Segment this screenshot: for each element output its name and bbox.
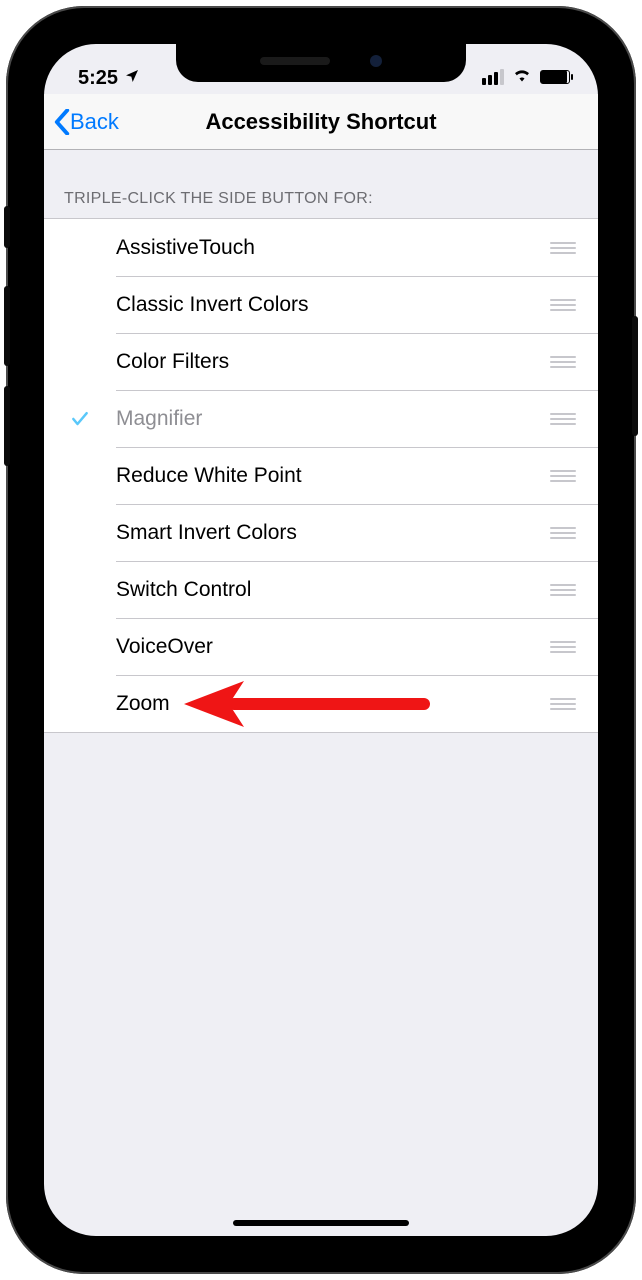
cellular-signal-icon bbox=[482, 69, 504, 85]
device-bezel: 5:25 Back Ac bbox=[16, 16, 626, 1264]
row-label: Smart Invert Colors bbox=[116, 521, 550, 545]
shortcut-row-color-filters[interactable]: Color Filters bbox=[44, 333, 598, 390]
row-label: Magnifier bbox=[116, 407, 550, 431]
row-label: VoiceOver bbox=[116, 635, 550, 659]
shortcut-list: AssistiveTouch Classic Invert Colors Color… bbox=[44, 218, 598, 733]
notch bbox=[176, 44, 466, 82]
shortcut-row-assistivetouch[interactable]: AssistiveTouch bbox=[44, 219, 598, 276]
shortcut-row-smart-invert-colors[interactable]: Smart Invert Colors bbox=[44, 504, 598, 561]
shortcut-row-magnifier[interactable]: Magnifier bbox=[44, 390, 598, 447]
back-label: Back bbox=[70, 109, 119, 135]
shortcut-row-reduce-white-point[interactable]: Reduce White Point bbox=[44, 447, 598, 504]
shortcut-row-voiceover[interactable]: VoiceOver bbox=[44, 618, 598, 675]
device-frame: 5:25 Back Ac bbox=[6, 6, 636, 1274]
reorder-handle-icon[interactable] bbox=[550, 470, 582, 482]
row-label: Zoom bbox=[116, 692, 550, 716]
reorder-handle-icon[interactable] bbox=[550, 356, 582, 368]
chevron-left-icon bbox=[54, 109, 70, 135]
status-time: 5:25 bbox=[78, 67, 118, 90]
reorder-handle-icon[interactable] bbox=[550, 527, 582, 539]
status-bar-left: 5:25 bbox=[78, 67, 140, 94]
battery-icon bbox=[540, 70, 570, 84]
page-title: Accessibility Shortcut bbox=[44, 109, 598, 135]
shortcut-row-switch-control[interactable]: Switch Control bbox=[44, 561, 598, 618]
home-indicator[interactable] bbox=[233, 1220, 409, 1226]
row-label: Reduce White Point bbox=[116, 464, 550, 488]
side-button bbox=[632, 316, 638, 436]
reorder-handle-icon[interactable] bbox=[550, 242, 582, 254]
reorder-handle-icon[interactable] bbox=[550, 698, 582, 710]
row-label: Color Filters bbox=[116, 350, 550, 374]
reorder-handle-icon[interactable] bbox=[550, 641, 582, 653]
row-label: Classic Invert Colors bbox=[116, 293, 550, 317]
checkmark-icon bbox=[70, 409, 90, 429]
check-slot bbox=[44, 409, 116, 429]
back-button[interactable]: Back bbox=[54, 109, 119, 135]
navigation-bar: Back Accessibility Shortcut bbox=[44, 94, 598, 150]
mute-switch bbox=[4, 206, 10, 248]
wifi-icon bbox=[512, 65, 532, 88]
row-label: AssistiveTouch bbox=[116, 236, 550, 260]
volume-up-button bbox=[4, 286, 10, 366]
section-header: TRIPLE-CLICK THE SIDE BUTTON FOR: bbox=[44, 150, 598, 218]
front-camera bbox=[370, 55, 382, 67]
shortcut-row-classic-invert-colors[interactable]: Classic Invert Colors bbox=[44, 276, 598, 333]
reorder-handle-icon[interactable] bbox=[550, 584, 582, 596]
reorder-handle-icon[interactable] bbox=[550, 413, 582, 425]
earpiece-speaker bbox=[260, 57, 330, 65]
screen: 5:25 Back Ac bbox=[44, 44, 598, 1236]
status-bar-right bbox=[482, 65, 570, 94]
shortcut-row-zoom[interactable]: Zoom bbox=[44, 675, 598, 732]
row-label: Switch Control bbox=[116, 578, 550, 602]
reorder-handle-icon[interactable] bbox=[550, 299, 582, 311]
location-icon bbox=[124, 67, 140, 90]
volume-down-button bbox=[4, 386, 10, 466]
